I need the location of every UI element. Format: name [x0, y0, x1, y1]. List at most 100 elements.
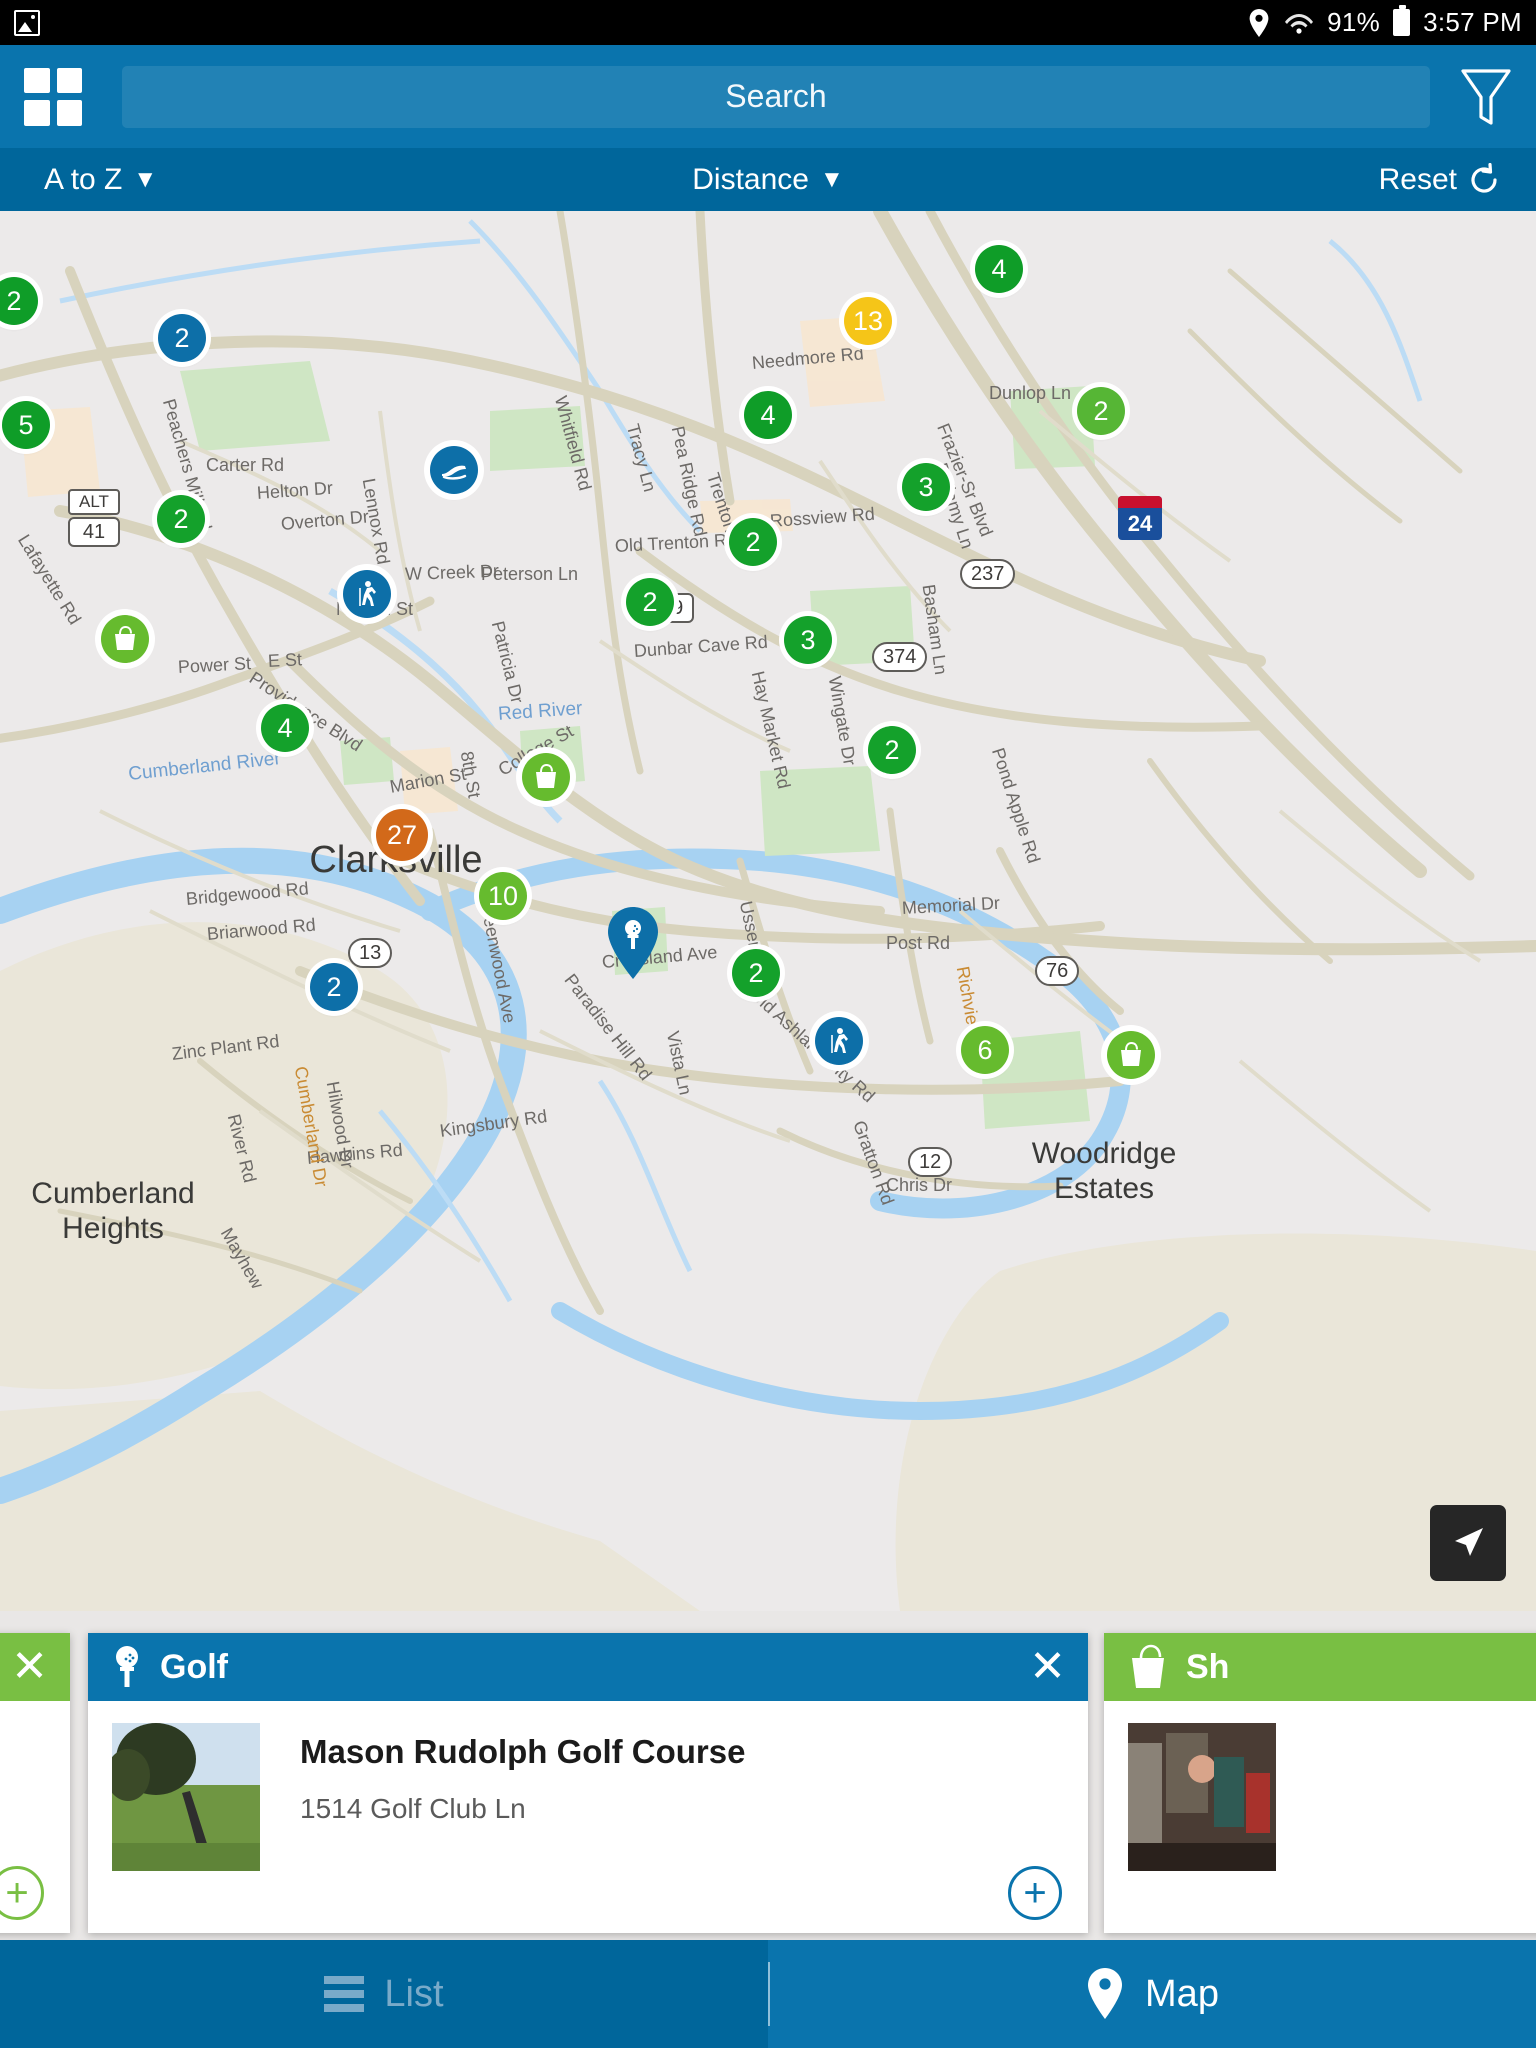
hiker-icon — [824, 1026, 854, 1056]
golf-place-card[interactable]: Golf ✕ Mason Rudolph Golf Course 1514 Go… — [88, 1633, 1088, 1933]
map-cluster-marker[interactable]: 2 — [1077, 387, 1125, 435]
card-body: Mason Rudolph Golf Course 1514 Golf Club… — [88, 1701, 1088, 1940]
map-poi-marker[interactable] — [815, 1017, 863, 1065]
map-cluster-marker[interactable]: 2 — [868, 726, 916, 774]
road-label: Power St — [177, 653, 252, 677]
tab-list-label: List — [384, 1972, 444, 2015]
status-bar-right: 91% 3:57 PM — [1247, 5, 1522, 38]
card-body: + — [0, 1701, 70, 1940]
cluster-count: 2 — [642, 586, 658, 617]
map-poi-marker[interactable] — [1107, 1031, 1155, 1079]
sort-distance-dropdown[interactable]: Distance ▼ — [692, 163, 843, 197]
map-cluster-marker[interactable]: 4 — [975, 245, 1023, 293]
cluster-count: 13 — [852, 305, 884, 336]
refresh-icon — [1471, 162, 1497, 193]
shopping-place-card[interactable]: Sh — [1104, 1633, 1536, 1933]
card-category-label: Sh — [1186, 1647, 1230, 1686]
map-cluster-marker[interactable]: 4 — [744, 391, 792, 439]
map-cluster-marker[interactable]: 2 — [157, 495, 205, 543]
tab-map[interactable]: Map — [768, 1940, 1536, 2048]
clock-text: 3:57 PM — [1423, 7, 1522, 37]
cluster-count: 4 — [760, 399, 776, 430]
map-cluster-marker[interactable]: 27 — [376, 809, 428, 861]
search-input[interactable]: Search — [122, 65, 1430, 128]
card-header: Sh — [1104, 1633, 1536, 1701]
route-shield: 374 — [872, 642, 928, 672]
map-cluster-marker[interactable]: 2 — [158, 314, 206, 362]
map-cluster-marker[interactable]: 3 — [784, 616, 832, 664]
map-cluster-marker[interactable]: 2 — [310, 963, 358, 1011]
route-shield-alt-banner: ALT — [68, 489, 120, 515]
cluster-count: 2 — [326, 971, 342, 1002]
app-root: 91% 3:57 PM Search A to Z ▼ Distance ▼ R… — [0, 0, 1536, 2048]
tab-list[interactable]: List — [0, 1940, 768, 2048]
cluster-count: 3 — [800, 624, 816, 655]
map-pin-marker[interactable] — [604, 905, 662, 981]
cluster-count: 2 — [1093, 395, 1109, 426]
location-pin-icon — [1249, 8, 1269, 37]
chevron-down-icon: ▼ — [133, 165, 158, 193]
add-icon[interactable]: + — [1008, 1866, 1062, 1920]
map-poi-marker[interactable] — [343, 570, 391, 618]
list-item[interactable]: ✕ + — [0, 1633, 70, 1933]
map-cluster-marker[interactable]: 4 — [261, 704, 309, 752]
golf-icon — [608, 907, 658, 979]
map-poi-marker[interactable] — [430, 446, 478, 494]
cluster-count: 6 — [977, 1034, 993, 1065]
road-label: Peterson Ln — [481, 564, 579, 584]
reset-label: Reset — [1378, 162, 1457, 196]
route-shield: 237 — [960, 559, 1016, 589]
shopping-bag-icon — [1132, 1644, 1164, 1688]
map-cluster-marker[interactable]: 10 — [479, 872, 527, 920]
route-shield: 13 — [348, 938, 393, 968]
tab-map-label: Map — [1145, 1972, 1219, 2015]
reset-button[interactable]: Reset — [1378, 162, 1500, 197]
map-poi-marker[interactable] — [101, 615, 149, 663]
cluster-count: 2 — [884, 734, 900, 765]
route-shield: 76 — [1035, 956, 1080, 986]
map-cluster-marker[interactable]: 2 — [626, 578, 674, 626]
search-placeholder-text: Search — [725, 78, 827, 114]
cluster-count: 2 — [173, 503, 189, 534]
place-card-carousel[interactable]: ✕ + Golf ✕ Mason Rudolph Golf Course 151… — [0, 1633, 1536, 1940]
card-header: Golf ✕ — [88, 1633, 1088, 1701]
map-cluster-marker[interactable]: 5 — [2, 401, 50, 449]
navigate-arrow-icon — [1455, 1528, 1483, 1556]
map-cluster-marker[interactable]: 2 — [732, 949, 780, 997]
shopping-bag-icon — [531, 762, 561, 792]
map-poi-marker[interactable] — [522, 753, 570, 801]
map-canvas[interactable]: Needmore Rd Dunlop Ln Rossview Rd Old Trent… — [0, 211, 1536, 1611]
close-icon[interactable]: ✕ — [11, 1645, 48, 1689]
locate-me-button[interactable] — [1430, 1505, 1506, 1581]
route-shield-number: 237 — [960, 559, 1016, 589]
grid-menu-icon[interactable] — [24, 67, 82, 126]
route-shield-number: 41 — [68, 517, 120, 547]
cluster-count: 4 — [991, 253, 1007, 284]
cluster-count: 27 — [386, 819, 418, 850]
sort-alpha-label: A to Z — [44, 162, 123, 196]
map-pin-icon — [1088, 1968, 1123, 2019]
cluster-count: 4 — [277, 712, 293, 743]
map-cluster-marker[interactable]: 2 — [729, 518, 777, 566]
add-icon[interactable]: + — [0, 1866, 44, 1920]
cluster-count: 10 — [487, 880, 519, 911]
nav-divider — [768, 1962, 770, 2026]
shopping-bag-icon — [1116, 1040, 1146, 1070]
sort-alpha-dropdown[interactable]: A to Z ▼ — [44, 163, 157, 197]
cluster-count: 2 — [174, 322, 190, 353]
sort-filter-bar: A to Z ▼ Distance ▼ Reset — [0, 148, 1536, 211]
close-icon[interactable]: ✕ — [1029, 1645, 1066, 1689]
map-cluster-marker[interactable]: 13 — [844, 297, 892, 345]
map-cluster-marker[interactable]: 3 — [902, 463, 950, 511]
place-name: Mason Rudolph Golf Course — [300, 1733, 746, 1770]
funnel-filter-icon[interactable] — [1460, 67, 1512, 127]
cluster-count: 3 — [918, 471, 934, 502]
route-shield-number: 76 — [1035, 956, 1080, 986]
map-cluster-marker[interactable]: 6 — [961, 1026, 1009, 1074]
battery-percent-text: 91% — [1327, 7, 1381, 37]
status-bar-left — [14, 9, 40, 36]
sort-distance-label: Distance — [692, 162, 809, 196]
road-label: Carter Rd — [206, 455, 285, 475]
cluster-count: 2 — [745, 526, 761, 557]
road-label: E St — [267, 649, 303, 671]
